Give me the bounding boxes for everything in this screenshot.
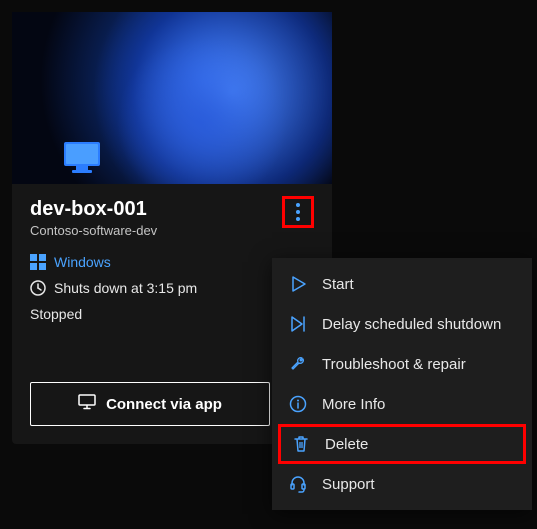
skip-icon	[288, 314, 308, 334]
monitor-icon	[62, 140, 102, 174]
menu-label: Start	[322, 276, 354, 293]
connect-label: Connect via app	[106, 396, 222, 413]
menu-item-start[interactable]: Start	[272, 264, 532, 304]
menu-label: Troubleshoot & repair	[322, 356, 466, 373]
menu-item-support[interactable]: Support	[272, 464, 532, 504]
devbox-title: dev-box-001	[30, 198, 157, 221]
devbox-project: Contoso-software-dev	[30, 223, 157, 238]
play-icon	[288, 274, 308, 294]
info-icon	[288, 394, 308, 414]
vertical-dots-icon	[296, 203, 300, 221]
schedule-text: Shuts down at 3:15 pm	[54, 280, 197, 296]
devbox-thumbnail	[12, 12, 332, 184]
menu-label: Delay scheduled shutdown	[322, 316, 501, 333]
wrench-icon	[288, 354, 308, 374]
menu-label: Delete	[325, 436, 368, 453]
context-menu: Start Delay scheduled shutdown Troublesh…	[272, 258, 532, 510]
desktop-icon	[78, 394, 96, 414]
menu-item-troubleshoot[interactable]: Troubleshoot & repair	[272, 344, 532, 384]
more-actions-button[interactable]	[282, 196, 314, 228]
trash-icon	[291, 434, 311, 454]
clock-icon	[30, 280, 46, 296]
menu-item-delay[interactable]: Delay scheduled shutdown	[272, 304, 532, 344]
menu-item-more-info[interactable]: More Info	[272, 384, 532, 424]
connect-button[interactable]: Connect via app	[30, 382, 270, 426]
menu-item-delete[interactable]: Delete	[278, 424, 526, 464]
headset-icon	[288, 474, 308, 494]
windows-icon	[30, 254, 46, 270]
menu-label: Support	[322, 476, 375, 493]
os-label: Windows	[54, 254, 111, 270]
menu-label: More Info	[322, 396, 385, 413]
